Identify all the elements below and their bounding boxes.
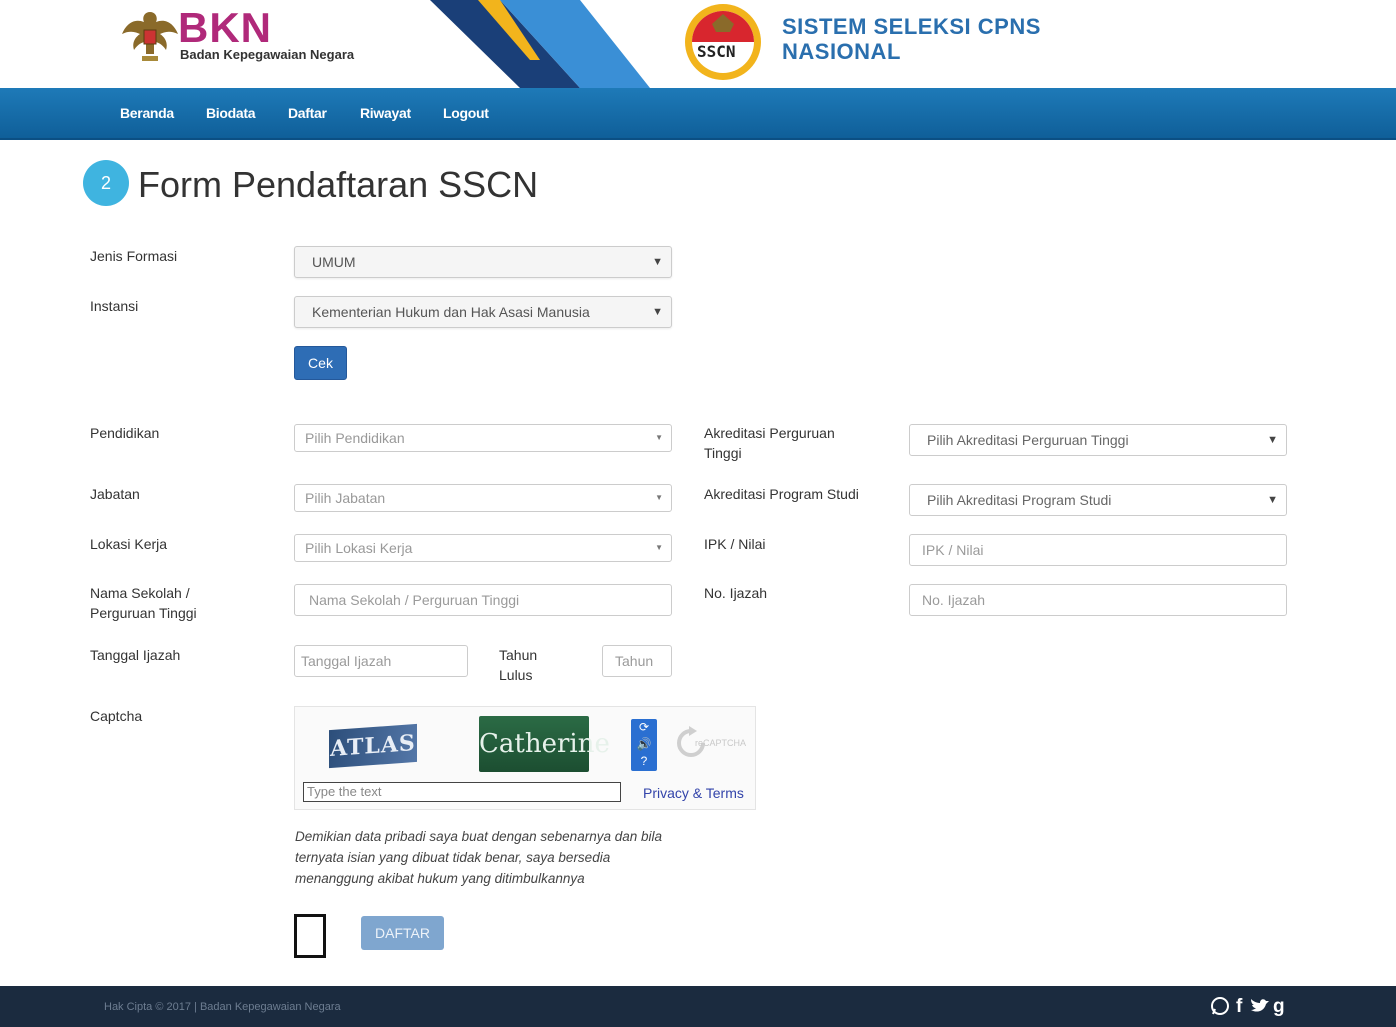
- twitter-icon[interactable]: [1250, 996, 1270, 1020]
- recaptcha-text: reCAPTCHA: [695, 738, 747, 748]
- tahun-lulus-label-line2: Lulus: [499, 667, 533, 683]
- captcha-tools: ⟳ 🔊 ?: [631, 719, 657, 771]
- site-footer: Hak Cipta © 2017 | Badan Kepegawaian Neg…: [0, 986, 1396, 1027]
- nav-riwayat[interactable]: Riwayat: [360, 105, 411, 121]
- instansi-label: Instansi: [90, 298, 139, 314]
- tanggal-ijazah-input[interactable]: Tanggal Ijazah: [294, 645, 468, 677]
- jabatan-label: Jabatan: [90, 486, 140, 502]
- main-navbar: Beranda Biodata Daftar Riwayat Logout: [0, 88, 1396, 140]
- declaration-statement: Demikian data pribadi saya buat dengan s…: [295, 829, 663, 886]
- instansi-value: Kementerian Hukum dan Hak Asasi Manusia: [312, 304, 590, 320]
- no-ijazah-input[interactable]: No. Ijazah: [909, 584, 1287, 616]
- recaptcha-logo-icon: reCAPTCHA: [673, 725, 749, 761]
- dropdown-arrow-icon: ▼: [655, 493, 663, 502]
- dropdown-arrow-icon: ▼: [652, 306, 663, 318]
- no-ijazah-label: No. Ijazah: [704, 585, 768, 601]
- akreditasi-pt-select[interactable]: Pilih Akreditasi Perguruan Tinggi ▼: [909, 424, 1287, 456]
- tahun-lulus-label-line1: Tahun: [499, 647, 538, 663]
- akreditasi-pt-placeholder: Pilih Akreditasi Perguruan Tinggi: [927, 432, 1129, 448]
- jabatan-placeholder: Pilih Jabatan: [305, 490, 386, 506]
- akreditasi-prodi-select[interactable]: Pilih Akreditasi Program Studi ▼: [909, 484, 1287, 516]
- google-plus-icon[interactable]: g: [1273, 996, 1285, 1018]
- akreditasi-prodi-placeholder: Pilih Akreditasi Program Studi: [927, 492, 1112, 508]
- jabatan-select[interactable]: Pilih Jabatan ▼: [294, 484, 672, 512]
- pendidikan-placeholder: Pilih Pendidikan: [305, 430, 405, 446]
- lokasi-kerja-placeholder: Pilih Lokasi Kerja: [305, 540, 413, 556]
- ipk-label: IPK / Nilai: [704, 536, 766, 552]
- daftar-button[interactable]: DAFTAR: [361, 916, 444, 950]
- akreditasi-pt-label-line2: Tinggi: [704, 445, 742, 461]
- whatsapp-icon[interactable]: [1210, 996, 1230, 1022]
- dropdown-arrow-icon: ▼: [1267, 494, 1278, 506]
- garuda-emblem-icon: [122, 12, 178, 61]
- lokasi-kerja-select[interactable]: Pilih Lokasi Kerja ▼: [294, 534, 672, 562]
- copyright-text: Hak Cipta © 2017 | Badan Kepegawaian Neg…: [104, 1001, 341, 1013]
- pendidikan-label: Pendidikan: [90, 425, 160, 441]
- akreditasi-pt-label-line1: Akreditasi Perguruan: [704, 425, 835, 441]
- captcha-image-word1: ATLAS: [329, 723, 417, 769]
- dropdown-arrow-icon: ▼: [655, 543, 663, 552]
- jenis-formasi-select[interactable]: UMUM ▼: [294, 246, 672, 278]
- pendidikan-select[interactable]: Pilih Pendidikan ▼: [294, 424, 672, 452]
- sscn-title: SISTEM SELEKSI CPNS NASIONAL: [782, 14, 1041, 64]
- nama-sekolah-label-line1: Nama Sekolah /: [90, 585, 190, 601]
- nav-beranda[interactable]: Beranda: [120, 105, 174, 121]
- dropdown-arrow-icon: ▼: [1267, 434, 1278, 446]
- help-icon[interactable]: ?: [631, 753, 657, 770]
- nama-sekolah-input[interactable]: Nama Sekolah / Perguruan Tinggi: [294, 584, 672, 616]
- ipk-input[interactable]: IPK / Nilai: [909, 534, 1287, 566]
- captcha-widget: ATLAS Catherine ⟳ 🔊 ? reCAPTCHA Type the…: [294, 706, 756, 810]
- jenis-formasi-value: UMUM: [312, 254, 356, 270]
- nav-biodata[interactable]: Biodata: [206, 105, 256, 121]
- instansi-select[interactable]: Kementerian Hukum dan Hak Asasi Manusia …: [294, 296, 672, 328]
- audio-icon[interactable]: 🔊: [631, 736, 657, 753]
- tanggal-ijazah-label: Tanggal Ijazah: [90, 647, 181, 663]
- tahun-lulus-label: Tahun Lulus: [499, 645, 537, 685]
- nama-sekolah-label-line2: Perguruan Tinggi: [90, 605, 197, 621]
- nama-sekolah-label: Nama Sekolah / Perguruan Tinggi: [90, 583, 197, 623]
- sscn-title-line2: NASIONAL: [782, 39, 901, 64]
- sscn-title-line1: SISTEM SELEKSI CPNS: [782, 14, 1041, 39]
- cek-button[interactable]: Cek: [294, 346, 347, 380]
- tahun-lulus-input[interactable]: Tahun: [602, 645, 672, 677]
- jenis-formasi-label: Jenis Formasi: [90, 248, 178, 264]
- facebook-icon[interactable]: f: [1236, 996, 1242, 1018]
- page-title: Form Pendaftaran SSCN: [138, 164, 539, 205]
- captcha-label: Captcha: [90, 708, 143, 724]
- refresh-icon[interactable]: ⟳: [631, 719, 657, 736]
- nav-logout[interactable]: Logout: [443, 105, 489, 121]
- nav-daftar[interactable]: Daftar: [288, 105, 327, 121]
- step-number-badge: 2: [83, 160, 129, 206]
- dropdown-arrow-icon: ▼: [655, 433, 663, 442]
- bkn-subtitle: Badan Kepegawaian Negara: [180, 47, 355, 62]
- captcha-input[interactable]: Type the text: [303, 782, 621, 802]
- privacy-terms-link[interactable]: Privacy & Terms: [643, 785, 744, 801]
- akreditasi-pt-label: Akreditasi Perguruan Tinggi: [704, 423, 835, 463]
- captcha-image-word2: Catherine: [479, 716, 610, 772]
- lokasi-kerja-label: Lokasi Kerja: [90, 536, 168, 552]
- sscn-logo-text: SSCN: [697, 42, 736, 61]
- akreditasi-prodi-label: Akreditasi Program Studi: [704, 486, 859, 502]
- decorative-stripe: [430, 0, 650, 88]
- dropdown-arrow-icon: ▼: [652, 256, 663, 268]
- site-header: BKN Badan Kepegawaian Negara SSCN SISTEM…: [0, 0, 1396, 88]
- agreement-checkbox[interactable]: [294, 914, 326, 958]
- bkn-title: BKN: [178, 4, 272, 51]
